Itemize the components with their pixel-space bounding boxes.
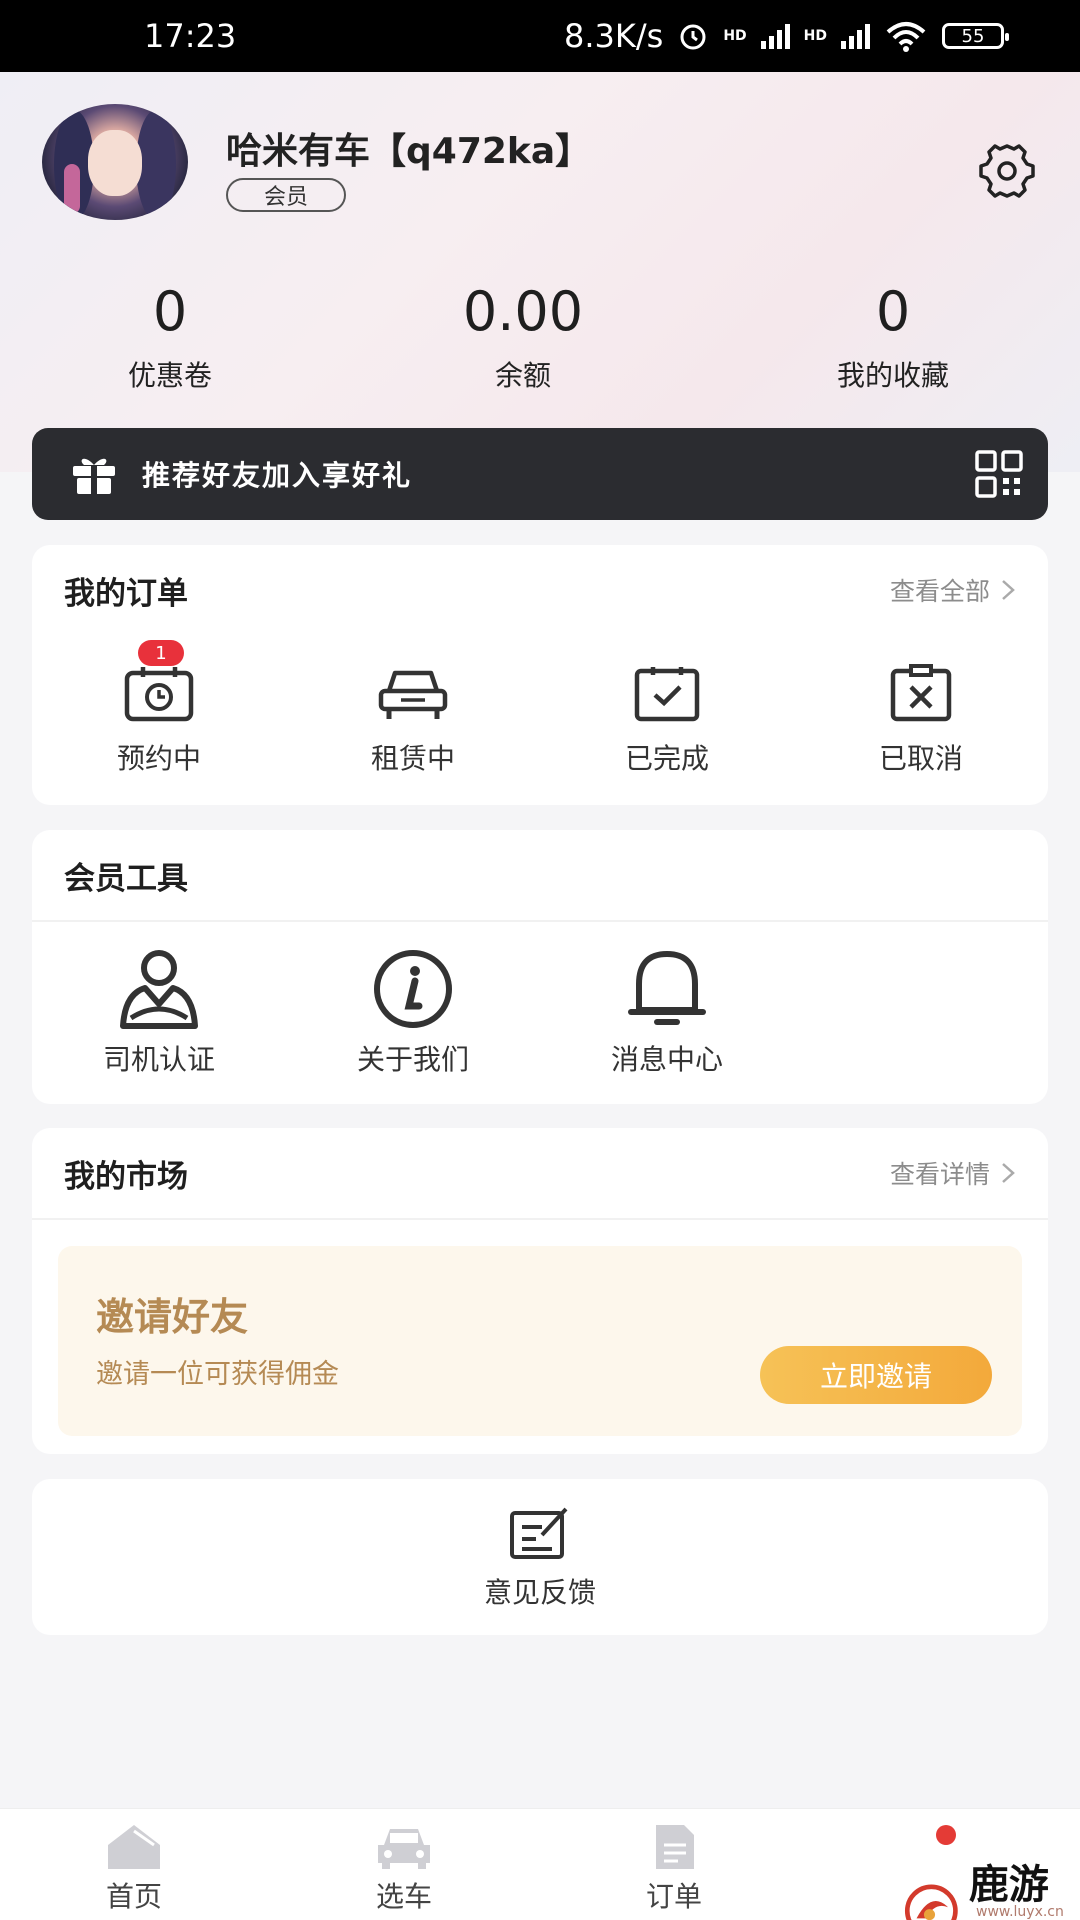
order-status-label: 已完成 bbox=[624, 742, 709, 775]
market-title: 我的市场 bbox=[64, 1158, 188, 1195]
stat-value: 0 bbox=[875, 280, 911, 343]
order-status-label: 预约中 bbox=[116, 742, 201, 775]
battery-icon: 55 bbox=[942, 23, 1009, 49]
car-icon bbox=[378, 670, 448, 719]
invite-subtitle: 邀请一位可获得佣金 bbox=[96, 1359, 339, 1390]
view-details-link[interactable]: 查看详情 bbox=[890, 1155, 1016, 1191]
chevron-right-icon bbox=[1002, 1163, 1015, 1183]
nav-label: 选车 bbox=[375, 1880, 432, 1913]
nav-label: 订单 bbox=[645, 1880, 702, 1913]
driver-icon bbox=[120, 950, 198, 1029]
member-tools-card: 会员工具 司机认证 关于我们 消息中心 bbox=[32, 830, 1048, 1104]
tool-message-center[interactable]: 消息中心 bbox=[540, 948, 794, 1078]
watermark: 鹿游戏 www.luyx.cn bbox=[898, 1852, 1080, 1920]
stat-value: 0.00 bbox=[462, 280, 584, 343]
network-speed: 8.3K/s bbox=[563, 17, 664, 55]
stat-value: 0 bbox=[152, 280, 188, 343]
nav-item-home[interactable]: 首页 bbox=[64, 1823, 204, 1915]
alarm-icon bbox=[680, 24, 706, 50]
orders-card: 我的订单 查看全部 预约中 租赁中 已完成 已取消 bbox=[32, 545, 1048, 805]
tool-label: 消息中心 bbox=[610, 1043, 723, 1076]
edit-note-icon bbox=[510, 1507, 568, 1559]
stats-row: 0 优惠卷 0.00 余额 0 我的收藏 bbox=[0, 272, 1080, 402]
feedback-card[interactable]: 意见反馈 bbox=[32, 1479, 1048, 1635]
order-status-label: 已取消 bbox=[878, 742, 963, 775]
nav-item-select-car[interactable]: 选车 bbox=[334, 1823, 474, 1915]
stat-label: 余额 bbox=[494, 359, 551, 392]
car-select-icon bbox=[378, 1829, 430, 1869]
view-all-orders-link[interactable]: 查看全部 bbox=[890, 572, 1016, 608]
stat-label: 我的收藏 bbox=[836, 359, 949, 392]
stat-favorites[interactable]: 0 我的收藏 bbox=[763, 272, 1023, 394]
feedback-label: 意见反馈 bbox=[483, 1576, 596, 1609]
invite-title: 邀请好友 bbox=[96, 1295, 249, 1339]
cancel-box-icon bbox=[890, 664, 952, 722]
invite-friends-panel: 邀请好友 邀请一位可获得佣金 立即邀请 bbox=[58, 1246, 1022, 1436]
order-status-renting[interactable]: 租赁中 bbox=[286, 663, 540, 777]
gift-icon bbox=[73, 458, 115, 494]
notification-badge: 1 bbox=[138, 640, 184, 666]
tool-about-us[interactable]: 关于我们 bbox=[286, 948, 540, 1078]
qr-code-icon[interactable] bbox=[974, 449, 1024, 499]
stat-coupons[interactable]: 0 优惠卷 bbox=[40, 272, 300, 394]
document-icon bbox=[656, 1825, 694, 1869]
order-status-completed[interactable]: 已完成 bbox=[540, 663, 794, 777]
bell-icon bbox=[628, 951, 706, 1025]
chevron-right-icon bbox=[1002, 580, 1015, 600]
watermark-url: www.luyx.cn bbox=[976, 1904, 1064, 1920]
invite-now-button[interactable]: 立即邀请 bbox=[760, 1346, 992, 1404]
tool-label: 司机认证 bbox=[102, 1043, 215, 1076]
nav-item-orders[interactable]: 订单 bbox=[604, 1823, 744, 1915]
hd-label: HD bbox=[803, 28, 827, 44]
avatar[interactable] bbox=[42, 104, 188, 220]
orders-title: 我的订单 bbox=[64, 575, 188, 612]
wifi-icon bbox=[886, 22, 926, 52]
info-icon bbox=[374, 950, 452, 1028]
order-status-cancelled[interactable]: 已取消 bbox=[794, 663, 1048, 777]
member-badge: 会员 bbox=[226, 178, 346, 212]
tool-driver-verification[interactable]: 司机认证 bbox=[32, 948, 286, 1078]
status-time: 17:23 bbox=[144, 17, 237, 55]
gear-icon[interactable] bbox=[976, 140, 1038, 202]
stat-label: 优惠卷 bbox=[127, 359, 212, 392]
view-details-label: 查看详情 bbox=[889, 1160, 990, 1189]
order-status-label: 租赁中 bbox=[370, 742, 455, 775]
referral-banner[interactable]: 推荐好友加入享好礼 bbox=[32, 428, 1048, 520]
order-status-booking[interactable]: 预约中 bbox=[32, 663, 286, 777]
status-indicators: 8.3K/s HD HD 55 bbox=[563, 17, 1009, 55]
username: 哈米有车【q472ka】 bbox=[226, 131, 592, 172]
signal-icon bbox=[841, 23, 870, 49]
tool-label: 关于我们 bbox=[356, 1043, 469, 1076]
calendar-clock-icon bbox=[124, 667, 194, 722]
referral-text: 推荐好友加入享好礼 bbox=[142, 459, 413, 492]
view-all-label: 查看全部 bbox=[889, 577, 990, 606]
tools-title: 会员工具 bbox=[64, 860, 188, 897]
profile-header: 哈米有车【q472ka】 会员 0 优惠卷 0.00 余额 0 我的收藏 bbox=[0, 72, 1080, 472]
stat-balance[interactable]: 0.00 余额 bbox=[393, 272, 653, 394]
nav-label: 首页 bbox=[105, 1880, 162, 1913]
market-card: 我的市场 查看详情 邀请好友 邀请一位可获得佣金 立即邀请 bbox=[32, 1128, 1048, 1454]
home-icon bbox=[108, 1825, 160, 1869]
signal-icon bbox=[760, 23, 790, 49]
check-box-icon bbox=[634, 667, 700, 722]
deer-logo-icon bbox=[904, 1884, 958, 1920]
hd-label: HD bbox=[723, 28, 747, 44]
status-bar: 17:23 8.3K/s HD HD 55 bbox=[0, 0, 1080, 72]
